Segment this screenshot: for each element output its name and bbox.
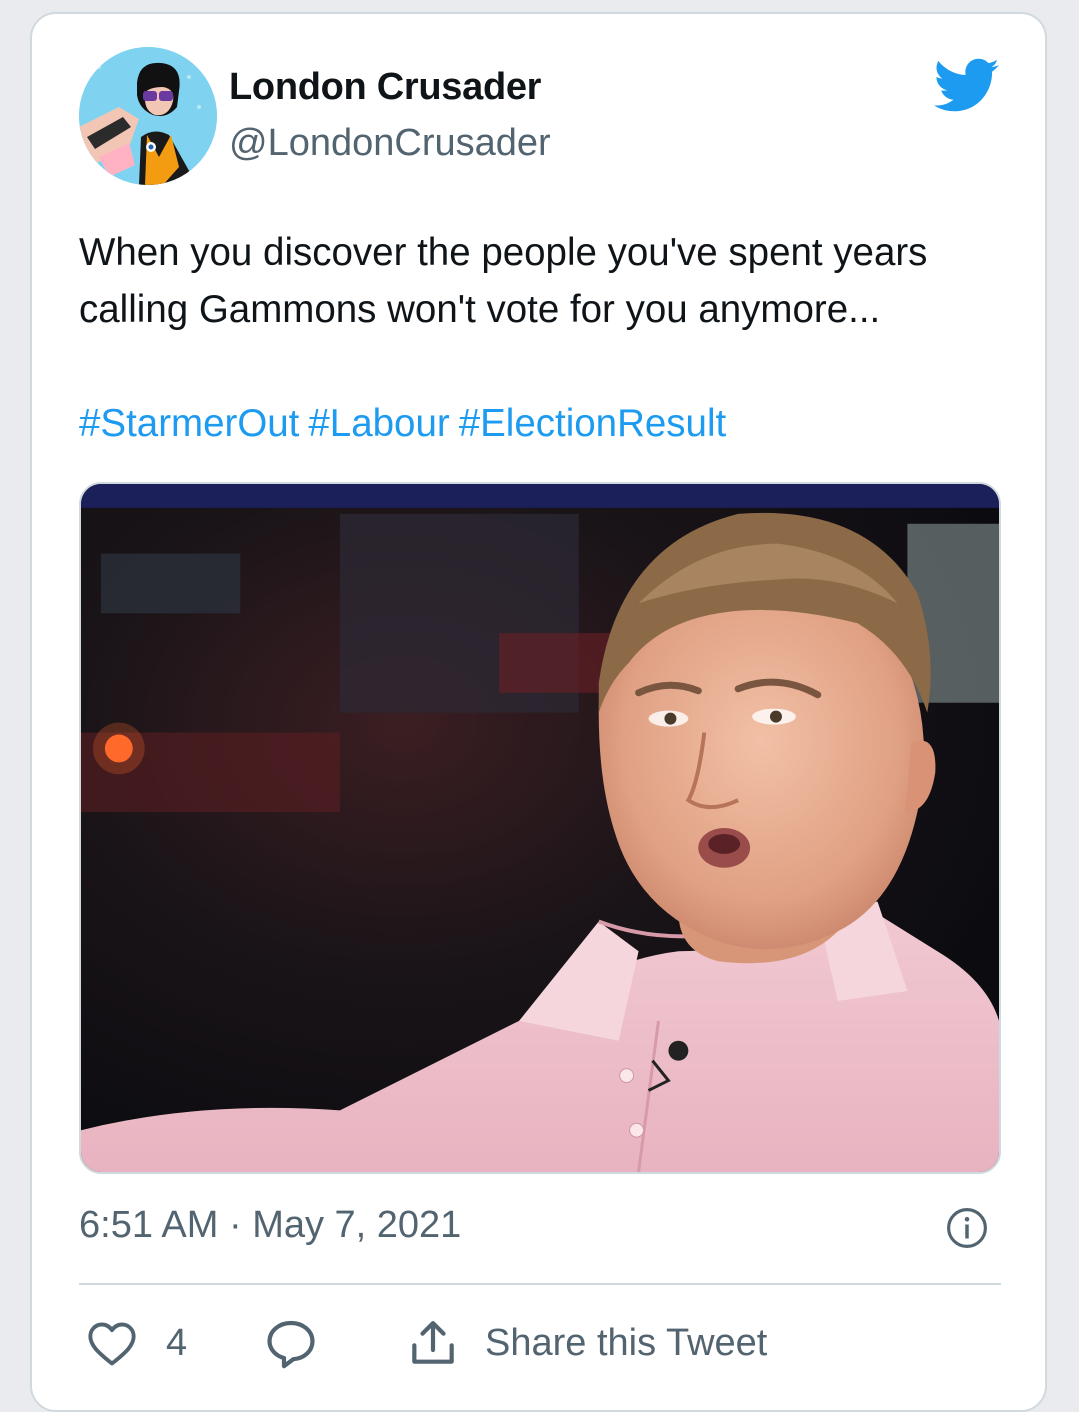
hashtag-list: #StarmerOut #Labour #ElectionResult — [79, 402, 735, 446]
tweet-card: London Crusader @LondonCrusader When you… — [30, 12, 1047, 1412]
avatar-illustration — [79, 47, 217, 185]
tweet-body: When you discover the people you've spen… — [79, 224, 1019, 338]
reply-bubble-icon[interactable] — [263, 1316, 319, 1372]
tweet-media-image[interactable] — [79, 482, 1001, 1174]
info-icon[interactable] — [946, 1207, 988, 1249]
heart-icon[interactable] — [85, 1318, 139, 1370]
share-upload-icon[interactable] — [405, 1314, 461, 1372]
author-name[interactable]: London Crusader — [229, 66, 541, 109]
hashtag-labour[interactable]: #Labour — [308, 402, 449, 445]
like-count[interactable]: 4 — [166, 1322, 187, 1365]
tweet-text-line-1: When you discover the people you've spen… — [79, 231, 928, 274]
media-photo — [81, 484, 999, 1172]
hashtag-starmerout[interactable]: #StarmerOut — [79, 402, 299, 445]
twitter-bird-icon[interactable] — [934, 58, 1000, 114]
author-avatar[interactable] — [79, 47, 217, 185]
tweet-timestamp[interactable]: 6:51 AM · May 7, 2021 — [79, 1204, 461, 1247]
share-tweet-label[interactable]: Share this Tweet — [485, 1322, 767, 1365]
divider — [79, 1283, 1001, 1285]
tweet-text-line-2: calling Gammons won't vote for you anymo… — [79, 288, 881, 331]
tweet-actions-bar: 4 Share this Tweet — [79, 1314, 1001, 1374]
hashtag-electionresult[interactable]: #ElectionResult — [459, 402, 727, 445]
author-handle[interactable]: @LondonCrusader — [229, 122, 551, 165]
